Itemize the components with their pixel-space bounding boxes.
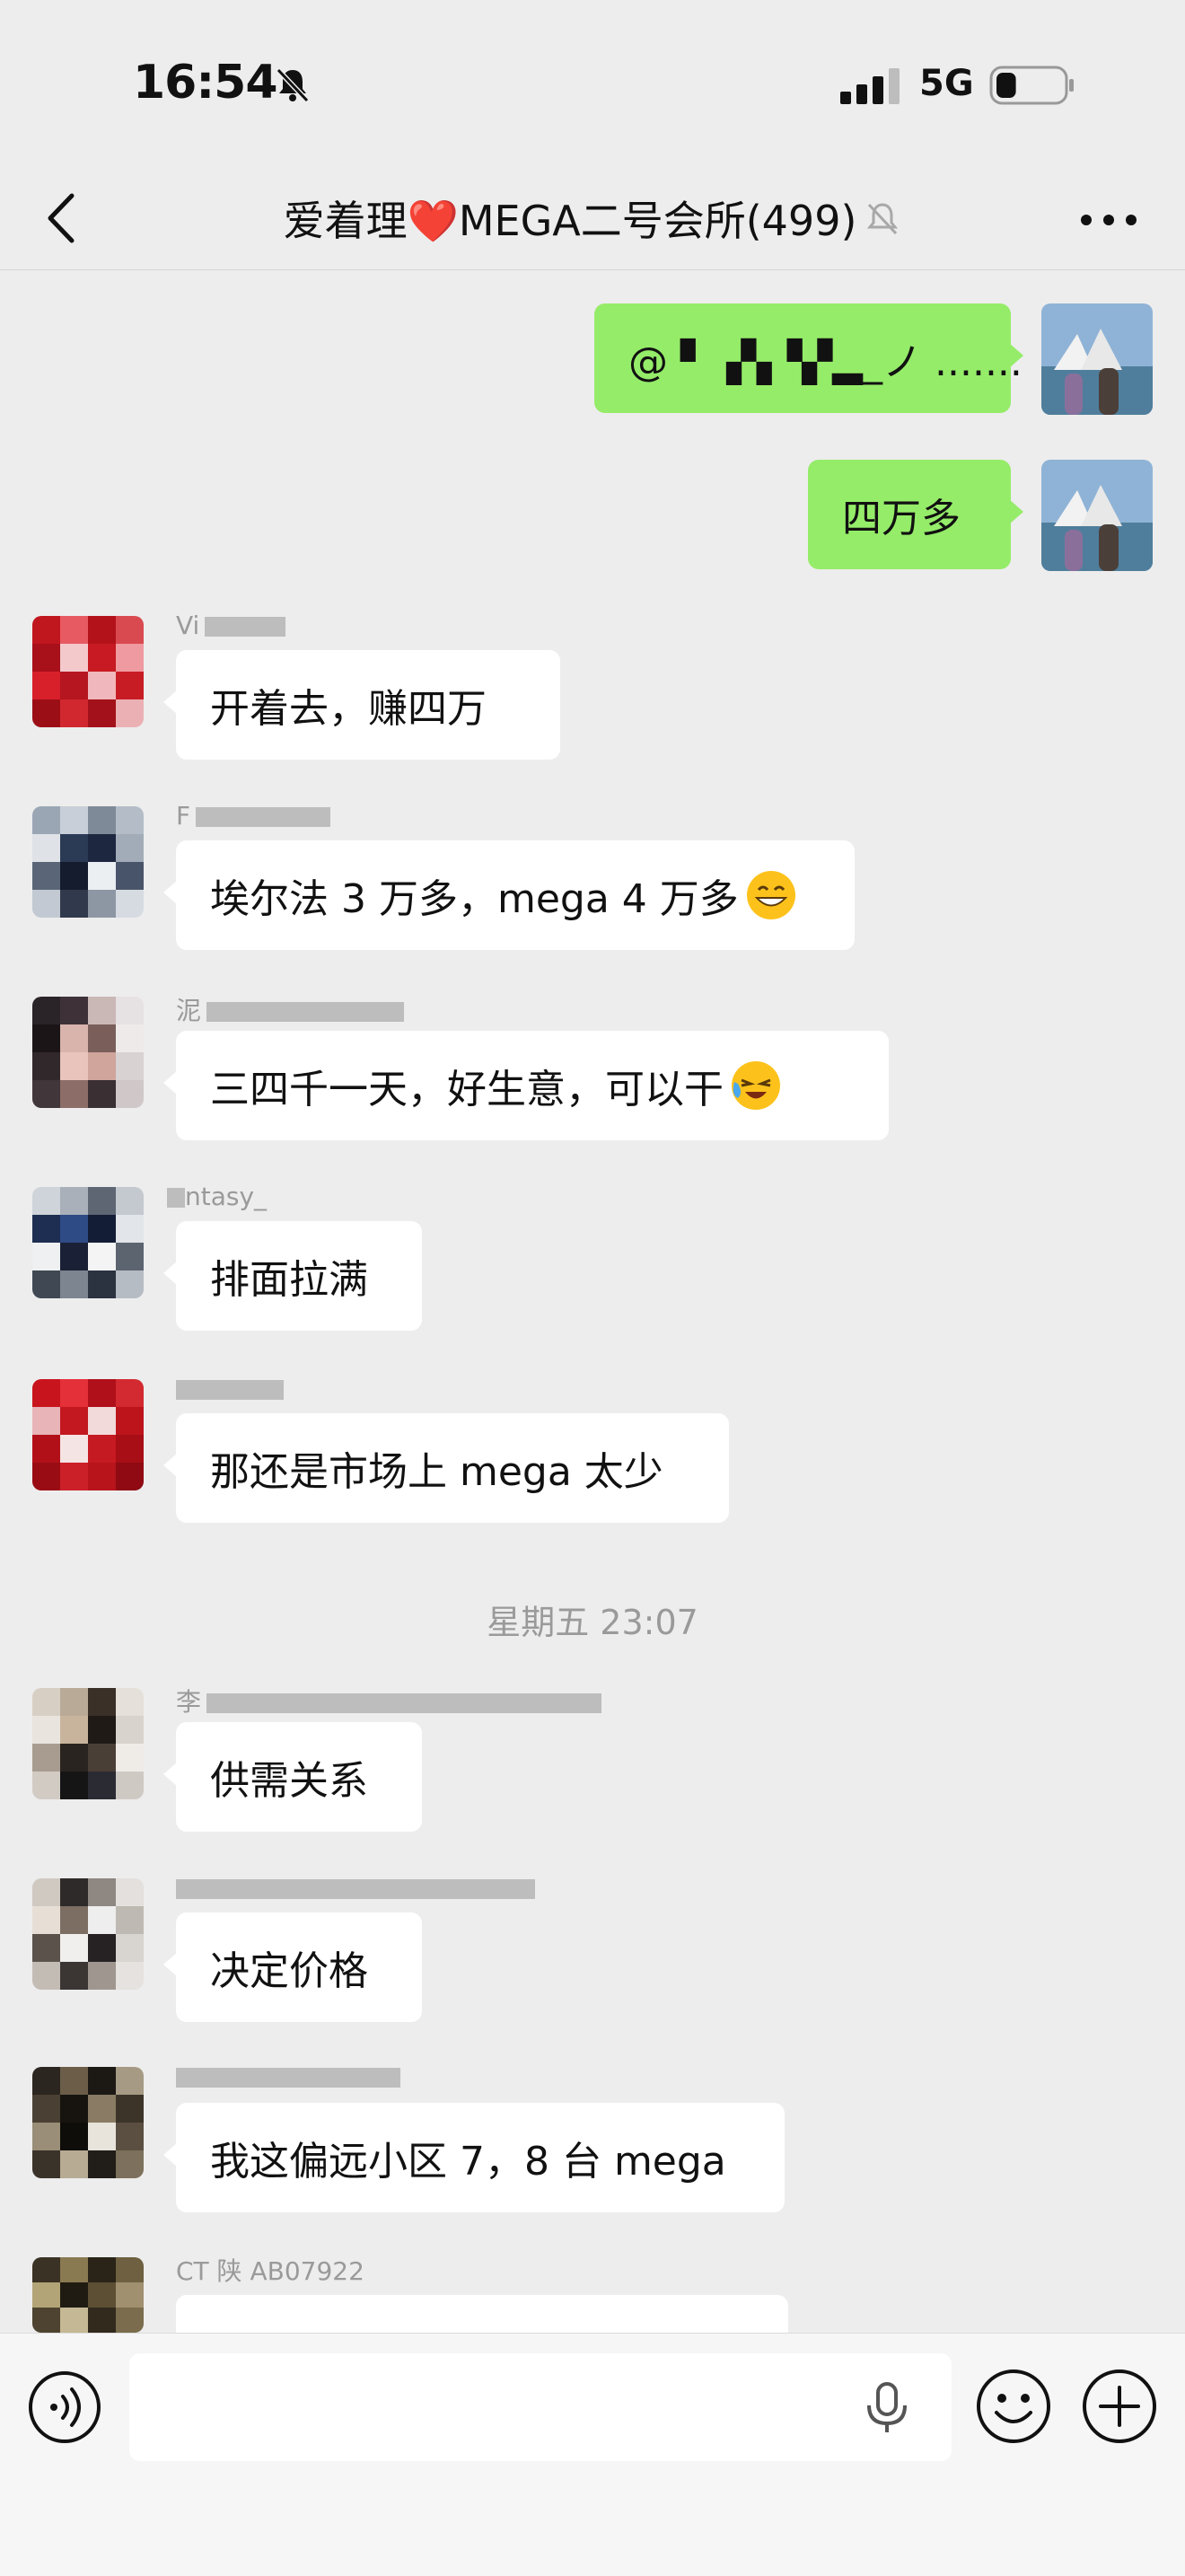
- avatar-mosaic-icon: [32, 616, 144, 727]
- chat-title[interactable]: 爱着理❤️MEGA二号会所(499): [284, 189, 857, 248]
- avatar[interactable]: [1041, 303, 1153, 415]
- signal-icon: [840, 68, 900, 104]
- redacted-name: [176, 1380, 284, 1400]
- emoji-icon[interactable]: [975, 2368, 1052, 2445]
- message-bubble[interactable]: 四万多: [808, 460, 1023, 569]
- message-bubble[interactable]: @ ▘▗▚▝▞▂_ノ .......: [594, 303, 1023, 413]
- voice-icon[interactable]: [27, 2369, 102, 2445]
- redacted-name: [167, 1188, 185, 1208]
- sender-name: [176, 1374, 284, 1404]
- message-text: 三四千一天，好生意，可以干: [210, 1067, 724, 1112]
- message-bubble[interactable]: 决定价格: [163, 1912, 422, 2022]
- sender-name: 李: [176, 1683, 602, 1717]
- mic-icon[interactable]: [862, 2380, 912, 2434]
- message-text: 排面拉满: [210, 1257, 368, 1303]
- message-bubble[interactable]: 埃尔法 3 万多，mega 4 万多: [163, 840, 855, 950]
- message-bubble[interactable]: 我这偏远小区 7，8 台 mega: [163, 2103, 785, 2212]
- sender-name: F: [176, 801, 331, 831]
- chat-header: 爱着理❤️MEGA二号会所(499): [0, 171, 1185, 270]
- avatar[interactable]: [32, 2067, 144, 2178]
- avatar[interactable]: [32, 2257, 144, 2333]
- message-timestamp: 星期五 23:07: [487, 1603, 698, 1642]
- message-bubble[interactable]: [163, 2295, 788, 2360]
- chat-input-bar: [0, 2333, 1185, 2576]
- avatar[interactable]: [32, 1688, 144, 1799]
- message-text: 供需关系: [210, 1758, 368, 1804]
- message-bubble[interactable]: 三四千一天，好生意，可以干: [163, 1031, 889, 1140]
- avatar[interactable]: [1041, 460, 1153, 571]
- avatar-mosaic-icon: [32, 806, 144, 918]
- message-text: @ ▘▗▚▝▞▂_ノ .......: [628, 339, 1023, 385]
- sender-name: CT 陕 AB07922: [176, 2256, 364, 2286]
- sender-name: [176, 2062, 400, 2092]
- chevron-left-icon[interactable]: [41, 189, 81, 248]
- avatar-mosaic-icon: [32, 2067, 144, 2178]
- message-bubble[interactable]: 那还是市场上 mega 太少: [163, 1413, 729, 1523]
- message-text: 埃尔法 3 万多，mega 4 万多: [210, 876, 739, 922]
- network-label: 5G: [919, 63, 974, 104]
- sender-name: 泥: [176, 991, 405, 1025]
- status-bar: 16:54 5G: [0, 0, 1185, 171]
- message-text: 决定价格: [210, 1948, 368, 1994]
- avatar-mosaic-icon: [32, 997, 144, 1108]
- grinning-emoji-icon: [746, 871, 795, 919]
- redacted-name: [206, 1002, 405, 1022]
- message-bubble[interactable]: 开着去，赚四万: [163, 650, 560, 760]
- message-bubble[interactable]: 排面拉满: [163, 1221, 422, 1331]
- chat-title-wrap: 爱着理❤️MEGA二号会所(499): [180, 185, 1005, 251]
- avatar-photo-icon: [1041, 303, 1153, 415]
- avatar[interactable]: [32, 1878, 144, 1990]
- sender-name: Vi: [176, 611, 286, 641]
- more-dots-icon[interactable]: [1077, 198, 1140, 242]
- status-time: 16:54: [133, 56, 278, 110]
- redacted-name: [206, 1693, 602, 1713]
- bell-off-icon: [276, 67, 310, 103]
- avatar-mosaic-icon: [32, 1688, 144, 1799]
- battery-icon: [989, 66, 1074, 105]
- message-text: 那还是市场上 mega 太少: [210, 1449, 663, 1495]
- avatar-mosaic-icon: [32, 1379, 144, 1490]
- redacted-name: [196, 807, 331, 827]
- avatar[interactable]: [32, 997, 144, 1108]
- message-text: 开着去，赚四万: [210, 686, 487, 732]
- avatar[interactable]: [32, 1187, 144, 1298]
- avatar-mosaic-icon: [32, 1187, 144, 1298]
- message-text: 四万多: [842, 496, 961, 541]
- plus-icon[interactable]: [1081, 2368, 1158, 2445]
- crying-laughing-emoji-icon: [732, 1061, 780, 1110]
- sender-name: [176, 1873, 535, 1903]
- avatar-photo-icon: [1041, 460, 1153, 571]
- sender-name: ntasy_: [167, 1182, 267, 1212]
- avatar[interactable]: [32, 616, 144, 727]
- message-bubble[interactable]: 供需关系: [163, 1722, 422, 1832]
- message-input[interactable]: [129, 2353, 952, 2461]
- avatar[interactable]: [32, 1379, 144, 1490]
- redacted-name: [176, 2068, 400, 2088]
- redacted-name: [176, 1879, 535, 1899]
- avatar-mosaic-icon: [32, 2257, 144, 2333]
- message-text: 我这偏远小区 7，8 台 mega: [210, 2139, 726, 2185]
- avatar[interactable]: [32, 806, 144, 918]
- bell-off-icon: [867, 203, 899, 235]
- redacted-name: [205, 617, 286, 637]
- avatar-mosaic-icon: [32, 1878, 144, 1990]
